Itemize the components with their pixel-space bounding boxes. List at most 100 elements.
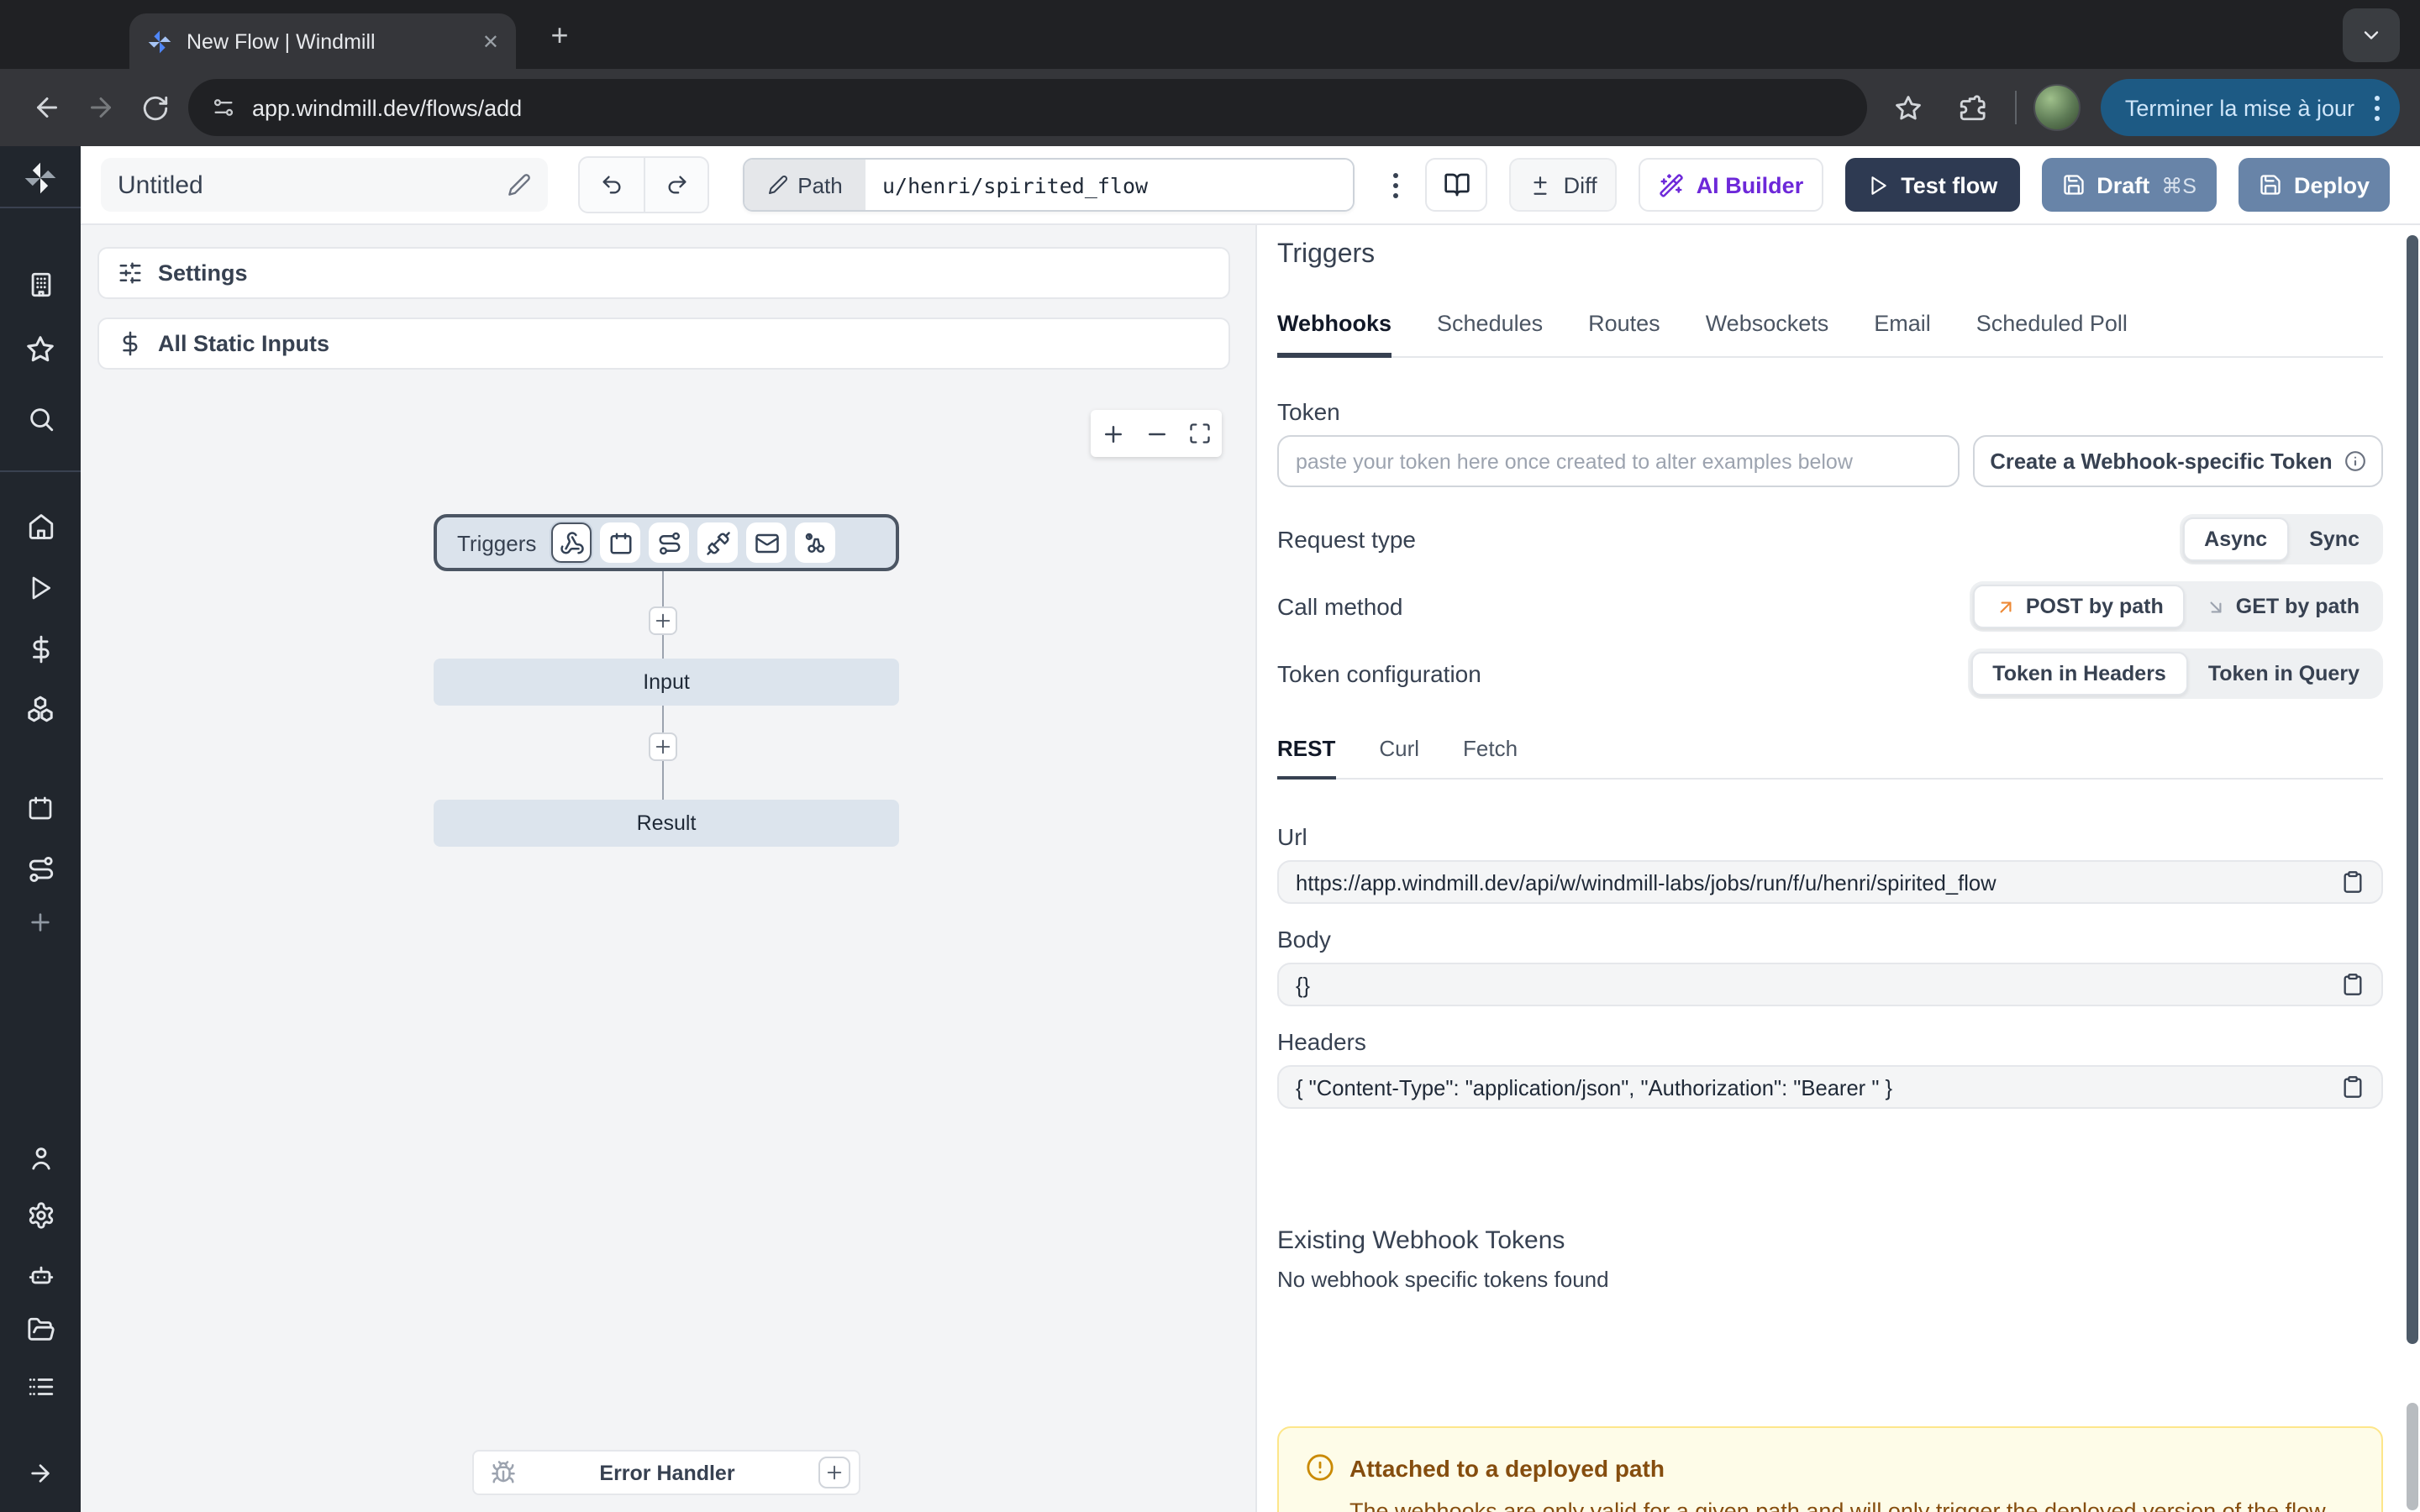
input-node[interactable]: Input <box>434 659 899 706</box>
tab-rest[interactable]: REST <box>1277 736 1335 780</box>
token-input[interactable]: paste your token here once created to al… <box>1277 435 1960 487</box>
diff-icon <box>1530 174 1552 196</box>
flow-name-box[interactable]: Untitled <box>101 158 548 212</box>
tab-webhooks[interactable]: Webhooks <box>1277 311 1392 358</box>
token-in-headers[interactable]: Token in Headers <box>1970 652 2188 696</box>
request-type-async[interactable]: Async <box>2182 517 2289 561</box>
zoom-out-button[interactable] <box>1134 410 1178 457</box>
redo-button[interactable] <box>644 158 708 212</box>
docs-button[interactable] <box>1426 158 1488 212</box>
scheduled-poll-trigger-icon[interactable] <box>795 522 835 563</box>
request-type-sync[interactable]: Sync <box>2289 517 2380 561</box>
forward-icon[interactable] <box>74 81 128 134</box>
add-error-handler-button[interactable] <box>818 1457 850 1488</box>
tab-fetch[interactable]: Fetch <box>1463 736 1518 778</box>
sliders-icon <box>118 260 143 286</box>
tab-close-icon[interactable]: ✕ <box>482 29 499 53</box>
sidebar-item-audit-logs[interactable] <box>0 1366 81 1406</box>
body-field[interactable]: {} <box>1277 963 2383 1006</box>
panel-scrollbar[interactable] <box>2407 235 2418 1344</box>
triggers-panel-heading: Triggers <box>1277 240 2383 270</box>
webhook-trigger-icon[interactable] <box>551 522 592 563</box>
dollar-icon <box>118 331 143 356</box>
sidebar-item-folders[interactable] <box>0 1309 81 1349</box>
sidebar-item-settings[interactable] <box>0 1194 81 1235</box>
url-bar[interactable]: app.windmill.dev/flows/add <box>188 79 1868 136</box>
copy-clipboard-icon[interactable] <box>2341 973 2365 996</box>
call-method-post[interactable]: POST by path <box>1974 585 2186 628</box>
undo-button[interactable] <box>580 158 644 212</box>
chrome-menu-icon[interactable] <box>2368 95 2386 120</box>
copy-clipboard-icon[interactable] <box>2341 870 2365 894</box>
sidebar-item-variables[interactable] <box>0 628 81 669</box>
sidebar-item-runs[interactable] <box>0 568 81 608</box>
windmill-logo-icon[interactable] <box>0 158 81 198</box>
sidebar-item-routes[interactable] <box>0 848 81 889</box>
triggers-node-label: Triggers <box>457 530 536 555</box>
tab-schedules[interactable]: Schedules <box>1437 311 1543 356</box>
site-settings-icon[interactable] <box>212 96 235 119</box>
sidebar-item-ai-assistant[interactable] <box>0 1253 81 1294</box>
fit-view-button[interactable] <box>1178 410 1222 457</box>
sidebar-item-schedules[interactable] <box>0 788 81 828</box>
flow-settings-card[interactable]: Settings <box>97 247 1230 299</box>
test-flow-button[interactable]: Test flow <box>1845 158 2019 212</box>
canvas-zoom-controls <box>1091 410 1222 457</box>
profile-avatar[interactable] <box>2034 84 2081 131</box>
more-options-icon[interactable] <box>1389 172 1404 197</box>
websocket-trigger-icon[interactable] <box>697 522 738 563</box>
sidebar-item-favorites[interactable] <box>0 329 81 370</box>
sidebar-item-home[interactable] <box>0 506 81 546</box>
sidebar-item-search[interactable] <box>0 398 81 438</box>
sidebar-item-users[interactable] <box>0 1137 81 1178</box>
sidebar-item-workspace[interactable] <box>0 264 81 304</box>
deploy-button[interactable]: Deploy <box>2238 158 2390 212</box>
divider <box>0 207 81 208</box>
extensions-icon[interactable] <box>1945 81 1999 134</box>
error-handler-label: Error Handler <box>516 1461 818 1484</box>
create-webhook-token-button[interactable]: Create a Webhook-specific Token <box>1973 435 2383 487</box>
sidebar-item-add[interactable] <box>0 902 81 942</box>
tab-scheduled-poll[interactable]: Scheduled Poll <box>1976 311 2128 356</box>
static-inputs-card[interactable]: All Static Inputs <box>97 318 1230 370</box>
new-tab-button[interactable]: + <box>541 17 578 54</box>
tab-curl[interactable]: Curl <box>1379 736 1419 778</box>
window-scrollbar[interactable] <box>2407 1403 2418 1510</box>
call-method-get[interactable]: GET by path <box>2186 585 2380 628</box>
result-node[interactable]: Result <box>434 800 899 847</box>
triggers-node[interactable]: Triggers <box>434 514 899 571</box>
tab-email[interactable]: Email <box>1874 311 1931 356</box>
add-step-button[interactable] <box>649 732 677 761</box>
add-step-button[interactable] <box>649 606 677 635</box>
bookmark-star-icon[interactable] <box>1881 81 1935 134</box>
copy-clipboard-icon[interactable] <box>2341 1075 2365 1099</box>
flow-graph-canvas[interactable]: Triggers Input <box>81 370 1255 1512</box>
zoom-in-button[interactable] <box>1091 410 1134 457</box>
browser-tab[interactable]: New Flow | Windmill ✕ <box>129 13 516 69</box>
headers-label: Headers <box>1277 1028 2383 1055</box>
sidebar-item-resources[interactable] <box>0 689 81 729</box>
draft-button[interactable]: Draft ⌘S <box>2041 158 2217 212</box>
url-field[interactable]: https://app.windmill.dev/api/w/windmill-… <box>1277 860 2383 904</box>
save-icon <box>2259 173 2282 197</box>
route-trigger-icon[interactable] <box>649 522 689 563</box>
schedule-trigger-icon[interactable] <box>600 522 640 563</box>
token-in-query[interactable]: Token in Query <box>2188 652 2380 696</box>
back-icon[interactable] <box>20 81 74 134</box>
email-trigger-icon[interactable] <box>746 522 786 563</box>
tab-routes[interactable]: Routes <box>1588 311 1660 356</box>
reload-icon[interactable] <box>128 81 182 134</box>
diff-button[interactable]: Diff <box>1510 158 1618 212</box>
body-label: Body <box>1277 926 2383 953</box>
tab-websockets[interactable]: Websockets <box>1706 311 1829 356</box>
flow-name: Untitled <box>118 171 203 199</box>
sidebar-expand-arrow-icon[interactable] <box>0 1453 81 1494</box>
update-button-label: Terminer la mise à jour <box>2125 95 2354 120</box>
headers-field[interactable]: { "Content-Type": "application/json", "A… <box>1277 1065 2383 1109</box>
ai-builder-button[interactable]: AI Builder <box>1639 158 1824 212</box>
error-handler-bar[interactable]: Error Handler <box>472 1450 860 1495</box>
chrome-update-button[interactable]: Terminer la mise à jour <box>2102 79 2400 136</box>
tab-search-chevron-icon[interactable] <box>2343 8 2400 62</box>
path-input[interactable]: u/henri/spirited_flow <box>865 160 1353 210</box>
edit-name-pencil-icon[interactable] <box>508 173 531 197</box>
